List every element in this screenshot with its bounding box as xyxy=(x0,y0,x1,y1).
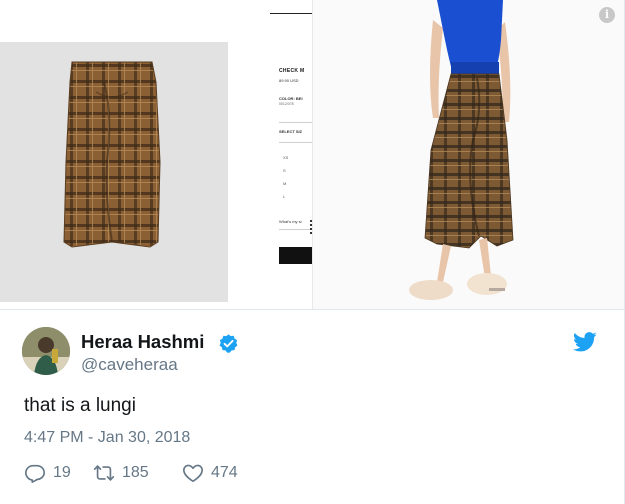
avatar[interactable] xyxy=(22,327,70,375)
page-divider xyxy=(279,142,312,143)
size-option: M xyxy=(283,181,287,186)
author-name[interactable]: Heraa Hashmi xyxy=(81,331,204,353)
retweet-button[interactable]: 185 xyxy=(93,461,149,485)
model-wearing-skirt-image xyxy=(409,0,514,300)
page-divider xyxy=(279,229,312,230)
add-to-cart-bar xyxy=(279,247,312,264)
info-icon[interactable]: i xyxy=(599,7,615,23)
tweet-card: CHECK M 89.90 USD COLOR: BEI 0012/078 SE… xyxy=(0,0,625,504)
product-title: CHECK M xyxy=(279,68,305,74)
like-count: 474 xyxy=(211,464,238,481)
twitter-bird-icon[interactable] xyxy=(573,332,597,352)
size-option: XS xyxy=(283,155,289,160)
like-button[interactable]: 474 xyxy=(182,461,238,485)
page-divider xyxy=(279,122,312,123)
select-size-label: SELECT SIZ xyxy=(279,129,303,134)
fit-guide-link: What's my si xyxy=(279,219,302,224)
reply-button[interactable]: 19 xyxy=(24,461,71,485)
tweet-timestamp[interactable]: 4:47 PM - Jan 30, 2018 xyxy=(24,429,190,447)
product-page-screenshot: CHECK M 89.90 USD COLOR: BEI 0012/078 SE… xyxy=(228,0,312,309)
heart-icon xyxy=(183,464,203,483)
retweet-count: 185 xyxy=(122,464,149,481)
plaid-skirt-image xyxy=(63,61,161,248)
product-price: 89.90 USD xyxy=(279,78,299,83)
verified-badge-icon xyxy=(219,334,238,353)
tweet-media[interactable]: CHECK M 89.90 USD COLOR: BEI 0012/078 SE… xyxy=(0,0,624,310)
size-option: S xyxy=(283,168,286,173)
size-option: L xyxy=(283,194,286,199)
retweet-icon xyxy=(93,465,115,481)
product-color: COLOR: BEI xyxy=(279,96,303,101)
reply-count: 19 xyxy=(53,464,71,481)
product-photo-skirt[interactable] xyxy=(0,42,228,302)
model-photo[interactable]: i xyxy=(312,0,624,309)
author-handle[interactable]: @caveheraa xyxy=(81,355,178,375)
avatar-image xyxy=(22,327,70,375)
tweet-text: that is a lungi xyxy=(24,395,136,416)
product-code: 0012/078 xyxy=(279,102,294,106)
page-divider xyxy=(270,13,312,14)
reply-icon xyxy=(25,464,45,483)
